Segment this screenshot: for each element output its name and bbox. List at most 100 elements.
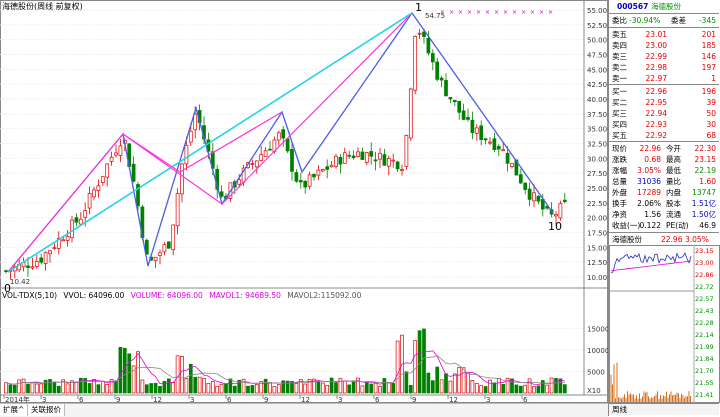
volume-bar: [527, 378, 532, 394]
volume-bar: [426, 372, 431, 394]
weibi-value: -30.94%: [629, 16, 661, 25]
volume-bar: [294, 382, 299, 394]
vol-axis-unit: X10: [587, 387, 601, 395]
buy-price: 22.95: [645, 98, 667, 107]
volume-bar: [268, 382, 272, 394]
candle-body: [474, 127, 479, 134]
stat-row: 涨跌 0.68 最高 23.15: [609, 154, 719, 165]
sell-row: 卖四 23.00 185: [609, 40, 719, 51]
candle-body: [250, 163, 255, 165]
stat-row: 涨幅 3.05% 最低 22.19: [609, 165, 719, 176]
low-price-marker: 10.42: [10, 278, 30, 286]
candle-body: [369, 151, 374, 157]
candle-body: [426, 37, 431, 54]
wave-label-peak: 1: [415, 1, 422, 14]
volume-bar: [373, 382, 378, 394]
mini-chart-name: 海德股份: [612, 235, 642, 244]
price-axis-label: 45.00: [587, 66, 607, 74]
buy-volume: 196: [701, 87, 716, 96]
sell-volume: 146: [701, 52, 716, 61]
candle-body: [483, 138, 488, 141]
volume-bar: [96, 384, 101, 394]
candle-body: [78, 218, 83, 225]
stat-label: 外盘: [612, 188, 627, 197]
sell-row: 卖一 22.97 1: [609, 73, 719, 84]
candle-body: [83, 210, 88, 218]
candle-body: [386, 158, 391, 167]
kline-chart[interactable]: 55.00 52.50 50.00 47.50 45.00 42.50 40.00 37.50…: [0, 0, 608, 404]
intraday-mini-chart[interactable]: 23.15 23.00 22.86 22.72 22.57 22.43 22.28 22.14…: [609, 245, 720, 403]
volume-bar: [276, 384, 281, 394]
candle-body: [34, 261, 39, 267]
stat-value: 31036: [637, 177, 661, 186]
price-axis-label: 25.00: [587, 185, 607, 193]
candle-body: [312, 174, 316, 178]
candle-body: [4, 270, 8, 272]
candle-body: [276, 132, 281, 141]
candle-body: [448, 97, 453, 100]
candle-body: [430, 53, 435, 63]
wave-lines: [7, 11, 554, 273]
candle-body: [356, 151, 360, 157]
volume-header: VOL-TDX(5,10) VVOL: 64096.00 VOLUME: 640…: [2, 291, 365, 301]
volume-bar: [369, 383, 374, 394]
price-axis-label: 22.50: [587, 200, 607, 208]
mini-axis-label: 22.14: [695, 331, 714, 339]
candle-body: [263, 150, 268, 158]
buy-label: 买一: [612, 87, 627, 96]
period-label[interactable]: 周线: [612, 404, 627, 415]
volume-bar: [65, 383, 70, 394]
mini-axis-label: 21.41: [695, 391, 714, 399]
chart-frame: [0, 0, 608, 403]
buy-price: 22.96: [645, 87, 667, 96]
volume-bar: [479, 385, 484, 394]
volume-bar: [439, 379, 444, 394]
volume-bar: [320, 382, 325, 394]
volume-bar: [197, 376, 202, 394]
sell-row: 卖二 22.98 197: [609, 62, 719, 73]
volume-bar: [523, 384, 528, 394]
weibi-label: 委比: [612, 16, 627, 25]
volume-bar: [554, 378, 558, 394]
tab-expand[interactable]: 扩展^: [0, 404, 29, 416]
signal-mark: ×: [467, 9, 472, 16]
tab-related-quotes[interactable]: 关联报价: [28, 404, 65, 416]
stat-label: 流通: [666, 210, 681, 219]
vol-indicator-name: VOL-TDX(5,10): [2, 291, 58, 300]
price-axis-label: 35.00: [587, 126, 607, 134]
volume-bar: [250, 385, 255, 394]
candle-body: [26, 265, 30, 268]
stat-value: 1.56: [644, 210, 661, 219]
volume-bar: [536, 385, 541, 394]
stat-value: 1.50亿: [691, 210, 716, 219]
candle-body: [180, 163, 184, 195]
volume-bar: [232, 385, 237, 394]
mavol1-value: MAVOL1: 94689.50: [209, 291, 281, 300]
volume-bar: [382, 378, 387, 394]
volume-bar: [56, 385, 61, 394]
volume-bar: [8, 384, 13, 394]
volume-bar: [466, 372, 470, 394]
candle-body: [536, 195, 541, 202]
volume-bar: [545, 384, 550, 394]
signal-mark: ×: [503, 9, 508, 16]
stat-row: 外盘 17289 内盘 13747: [609, 187, 719, 198]
volume-bar: [347, 384, 352, 394]
candle-body: [30, 266, 35, 269]
candle-body: [435, 61, 440, 80]
signal-mark: ×: [530, 9, 535, 16]
candle-body: [114, 152, 118, 156]
price-axis-label: 30.00: [587, 155, 607, 163]
stat-value: 1.60: [699, 177, 716, 186]
volume-bar: [263, 378, 268, 394]
volume-bar: [184, 377, 189, 394]
wave-label-end: 10: [548, 220, 562, 233]
price-axis-label: 37.50: [587, 111, 607, 119]
volume-bar: [175, 355, 180, 394]
buy-row: 买二 22.95 39: [609, 97, 719, 108]
stat-label: 净资: [612, 210, 627, 219]
volume-bar: [272, 386, 277, 394]
mini-axis-label: 22.57: [695, 295, 714, 303]
mini-axis-label: 21.99: [695, 343, 714, 351]
volume-bar: [470, 380, 475, 394]
